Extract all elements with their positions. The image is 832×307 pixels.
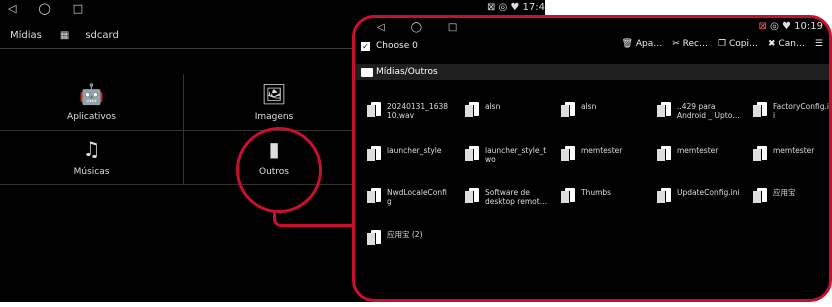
bg-location[interactable]: sdcard (85, 30, 118, 41)
choose-count: Choose 0 (376, 41, 418, 51)
file-item[interactable]: memtester (753, 146, 829, 162)
file-name: alsn (581, 102, 597, 111)
file-icon (561, 102, 575, 118)
file-icon (367, 230, 381, 246)
file-icon (367, 188, 381, 204)
category-imagens[interactable]: 🖼 Imagens (184, 74, 364, 130)
file-name: UpdateConfig.ini (677, 188, 740, 197)
file-name: alsn (485, 102, 501, 111)
copy-icon: ❐ (718, 39, 727, 49)
file-name: NwdLocaleConfi g (387, 188, 447, 206)
highlight-circle (236, 127, 322, 213)
file-icon (753, 102, 767, 118)
action-buttons: 🗑 Apa… ✂ Rec… ❐ Copi… ✖ Can… ☰ (622, 39, 823, 49)
bg-status-bar: ◁ ◯ □ ⊠ ◎ ♥ 17:4 (0, 0, 545, 16)
category-label: Imagens (254, 112, 294, 122)
category-label: Aplicativos (67, 112, 116, 122)
file-item[interactable]: ..429 para Android _ Upto… (657, 102, 749, 120)
file-name: 20240131_1638 10.wav (387, 102, 449, 120)
selection-actionbar: ✓ Choose 0 🗑 Apa… ✂ Rec… ❐ Copi… ✖ Can… … (355, 36, 829, 56)
signal-icon: ◎ ♥ (770, 21, 791, 32)
music-icon: ♫ (82, 137, 101, 161)
back-icon[interactable]: ◁ (8, 2, 16, 15)
file-icon (753, 188, 767, 204)
file-icon (367, 146, 381, 162)
file-icon (753, 146, 767, 162)
recents-icon[interactable]: □ (448, 22, 457, 33)
file-item[interactable]: Thumbs (561, 188, 653, 204)
file-item[interactable]: memtester (561, 146, 653, 162)
file-name: memtester (773, 146, 815, 155)
file-icon (657, 102, 671, 118)
breadcrumb-path: Mídias/Outros (376, 67, 438, 77)
home-icon[interactable]: ◯ (38, 2, 50, 15)
file-name: 应用宝 (773, 188, 796, 197)
fg-status-right: ⊠ ◎ ♥ 10:19 (759, 21, 823, 32)
file-icon (465, 146, 479, 162)
file-item[interactable]: alsn (561, 102, 653, 118)
file-name: memtester (581, 146, 623, 155)
file-icon (657, 188, 671, 204)
file-icon (465, 188, 479, 204)
file-item[interactable]: 应用宝 (2) (367, 230, 459, 246)
file-item[interactable]: launcher_style_t wo (465, 146, 557, 164)
file-name: Thumbs (581, 188, 612, 197)
select-all-checkbox[interactable]: ✓ (361, 41, 370, 51)
file-name: 应用宝 (2) (387, 230, 423, 239)
cancel-button[interactable]: ✖ Can… (768, 39, 805, 49)
category-musicas[interactable]: ♫ Músicas (0, 130, 183, 184)
file-icon (465, 102, 479, 118)
folder-icon (361, 67, 373, 77)
file-item[interactable]: launcher_style (367, 146, 459, 162)
close-icon: ✖ (767, 39, 776, 49)
bg-status-right: ⊠ ◎ ♥ 17:4 (486, 2, 545, 13)
grid-view-icon[interactable]: ▦ (60, 30, 69, 41)
file-icon (367, 102, 381, 118)
android-icon: 🤖 (79, 82, 104, 106)
delete-button[interactable]: 🗑 Apa… (622, 39, 663, 49)
time: 10:19 (794, 21, 823, 32)
file-name: launcher_style_t wo (485, 146, 547, 164)
highlight-connector (273, 210, 356, 227)
cut-button[interactable]: ✂ Rec… (672, 39, 708, 49)
file-name: launcher_style (387, 146, 442, 155)
file-item[interactable]: 应用宝 (753, 188, 829, 204)
category-aplicativos[interactable]: 🤖 Aplicativos (0, 74, 183, 130)
file-item[interactable]: 20240131_1638 10.wav (367, 102, 459, 120)
scissors-icon: ✂ (672, 39, 680, 49)
trash-icon: 🗑 (621, 39, 633, 49)
battery-icon: ⊠ (758, 21, 767, 32)
file-item[interactable]: NwdLocaleConfi g (367, 188, 459, 206)
file-icon (561, 188, 575, 204)
copy-button[interactable]: ❐ Copi… (718, 39, 758, 49)
image-icon: 🖼 (261, 82, 287, 106)
file-name: Software de desktop remot… (485, 188, 548, 206)
file-item[interactable]: Software de desktop remot… (465, 188, 557, 206)
file-name: ..429 para Android _ Upto… (677, 102, 740, 120)
file-icon (561, 146, 575, 162)
fg-status-bar: ◁ ◯ □ ⊠ ◎ ♥ 10:19 (355, 18, 829, 36)
recents-icon[interactable]: □ (73, 2, 83, 15)
breadcrumb: Mídias/Outros (355, 64, 829, 80)
file-name: memtester (677, 146, 719, 155)
file-item[interactable]: UpdateConfig.ini (657, 188, 749, 204)
back-icon[interactable]: ◁ (377, 22, 385, 33)
file-item[interactable]: memtester (657, 146, 749, 162)
home-icon[interactable]: ◯ (411, 22, 422, 33)
file-icon (657, 146, 671, 162)
file-item[interactable]: FactoryConfig.in i (753, 102, 832, 120)
file-name: FactoryConfig.in i (773, 102, 832, 120)
menu-icon[interactable]: ☰ (815, 39, 823, 49)
category-label: Músicas (73, 167, 110, 177)
bg-app-title: Mídias (10, 29, 42, 41)
foreground-screen: ◁ ◯ □ ⊠ ◎ ♥ 10:19 ✓ Choose 0 🗑 Apa… ✂ Re… (352, 15, 832, 302)
file-item[interactable]: alsn (465, 102, 557, 118)
